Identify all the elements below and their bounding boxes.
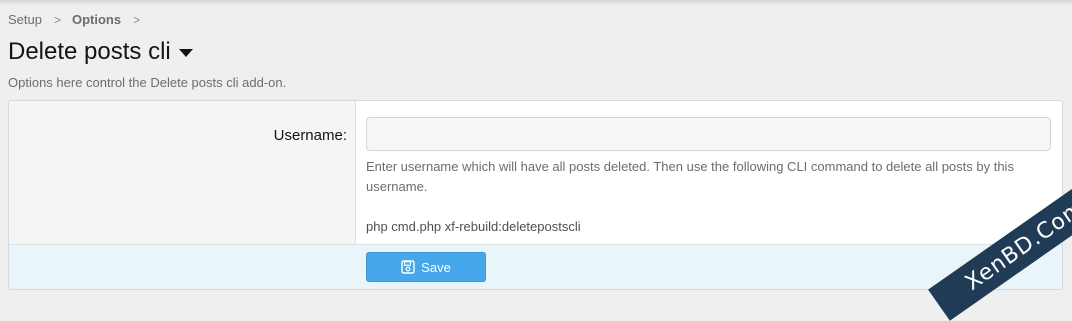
save-button-label: Save xyxy=(421,259,451,275)
explain-text: Enter username which will have all posts… xyxy=(366,159,1014,194)
breadcrumb-separator-icon: > xyxy=(53,12,61,27)
top-shadow xyxy=(0,0,1072,6)
options-form: Username: Enter username which will have… xyxy=(8,100,1063,290)
form-submit-row: Save xyxy=(9,244,1062,289)
caret-down-icon xyxy=(178,49,193,57)
form-label-column: Username: xyxy=(9,101,356,244)
breadcrumb-item-options[interactable]: Options xyxy=(72,12,121,27)
username-input[interactable] xyxy=(366,117,1051,151)
breadcrumb: Setup > Options > xyxy=(8,12,151,27)
username-explain: Enter username which will have all posts… xyxy=(366,157,1046,237)
breadcrumb-separator-icon: > xyxy=(133,12,141,27)
breadcrumb-item-setup[interactable]: Setup xyxy=(8,12,42,27)
page-title: Delete posts cli xyxy=(8,38,171,65)
username-label: Username: xyxy=(273,127,347,144)
save-button[interactable]: Save xyxy=(366,252,486,282)
page-description: Options here control the Delete posts cl… xyxy=(8,75,287,90)
page-title-menu[interactable]: Delete posts cli xyxy=(8,38,193,66)
floppy-disk-icon xyxy=(401,260,415,274)
cli-command: php cmd.php xf-rebuild:deletepostscli xyxy=(366,219,581,234)
